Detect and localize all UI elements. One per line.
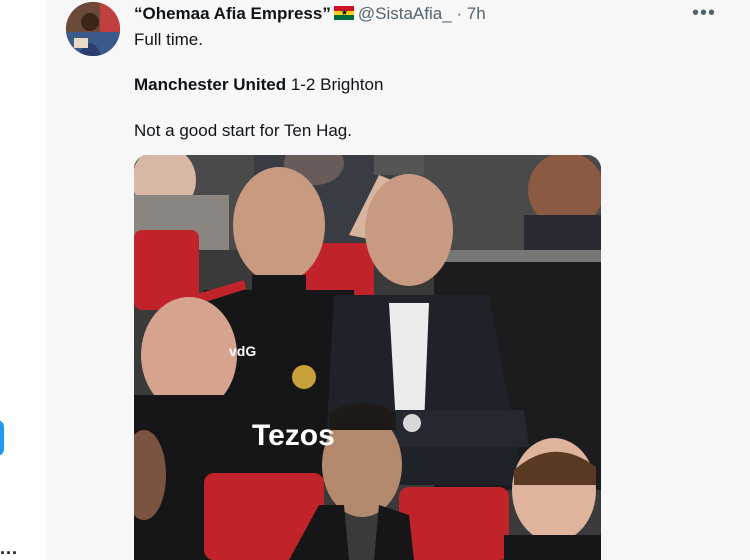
- more-options-icon[interactable]: •••: [692, 2, 716, 25]
- tweet[interactable]: “Ohemaa Afia Empress” ★ @SistaAfia_ · 7h •…: [46, 0, 750, 560]
- avatar[interactable]: [66, 2, 120, 56]
- left-gutter: ...: [0, 0, 46, 560]
- tweet-text-line-2: Manchester United 1-2 Brighton: [134, 74, 383, 96]
- ghana-flag-icon: ★: [333, 6, 354, 20]
- avatar-image: [66, 2, 120, 56]
- tweet-timestamp[interactable]: 7h: [467, 4, 486, 23]
- tweet-text-line-1: Full time.: [134, 30, 203, 49]
- tweet-media-photo[interactable]: vdG Tezos: [134, 155, 601, 560]
- author-name[interactable]: “Ohemaa Afia Empress”: [134, 4, 331, 23]
- tweet-text-line-3: Not a good start for Ten Hag.: [134, 121, 352, 140]
- header-separator: ·: [456, 4, 463, 23]
- score-rest: 1-2 Brighton: [286, 75, 384, 94]
- author-handle[interactable]: @SistaAfia_: [358, 4, 452, 23]
- sponsor-logo-text: Tezos: [252, 419, 335, 452]
- score-home-team: Manchester United: [134, 75, 287, 94]
- dugout-photo: vdG Tezos: [134, 155, 601, 560]
- compose-button-edge[interactable]: [0, 420, 4, 456]
- jersey-initials: vdG: [229, 343, 256, 359]
- tweet-header: “Ohemaa Afia Empress” ★ @SistaAfia_ · 7h: [134, 3, 486, 25]
- gutter-more-dots[interactable]: ...: [0, 538, 18, 559]
